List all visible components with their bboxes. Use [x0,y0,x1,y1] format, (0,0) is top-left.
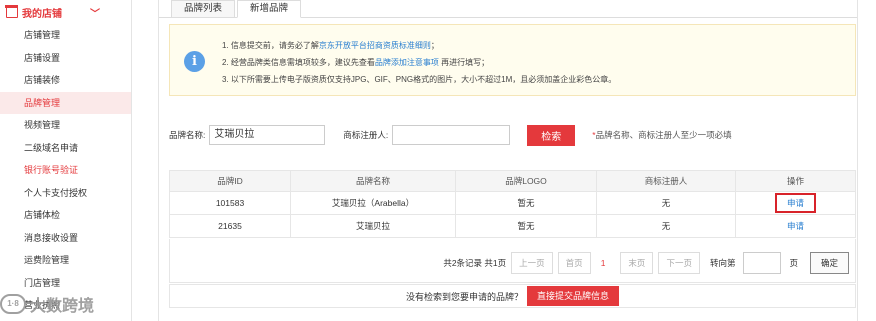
trademark-owner-label: 商标注册人: [343,130,389,140]
cell-operation: 申请 [735,191,856,215]
trademark-owner-input[interactable] [392,125,511,145]
pagination: 共2条记录 共1页 上一页 首页 1 末页 下一页 转向第 页 确定 [443,252,849,274]
cell-operation: 申请 [735,214,856,238]
sidebar-item-subdomain[interactable]: 二级域名申请 [0,137,131,160]
apply-button[interactable]: 申请 [787,221,804,231]
required-note: *品牌名称、商标注册人至少一项必填 [592,129,731,141]
table-row: 101583 艾瑞贝拉（Arabella） 暂无 无 申请 [169,191,856,215]
goto-label: 转向第 [709,258,736,268]
sidebar-header[interactable]: 我的店铺 ﹀ [0,0,131,24]
sidebar-item-store-management[interactable]: 店铺管理 [0,24,131,47]
submit-brand-info-button[interactable]: 直接提交品牌信息 [527,286,620,306]
sidebar-title: 我的店铺 [22,8,62,20]
sidebar-item-personal-card[interactable]: 个人卡支付授权 [0,182,131,205]
page-unit: 页 [789,258,798,268]
required-note-text: 品牌名称、商标注册人至少一项必填 [595,130,732,140]
col-trademark-owner: 商标注册人 [596,170,736,192]
brand-notes-link[interactable]: 品牌添加注意事项 [375,58,439,67]
sidebar: 我的店铺 ﹀ 店铺管理 店铺设置 店铺装修 品牌管理 视频管理 二级域名申请 银… [0,0,132,321]
cell-brand-name: 艾瑞贝拉（Arabella） [290,191,456,215]
next-page-button[interactable]: 下一页 [658,252,700,274]
sidebar-item-store-check[interactable]: 店铺体检 [0,204,131,227]
not-found-question: 没有检索到您要申请的品牌？ [405,291,523,302]
cell-brand-name: 艾瑞贝拉 [290,214,456,238]
current-page[interactable]: 1 [601,258,606,268]
cell-brand-id: 101583 [169,191,291,215]
sidebar-item-freight-insurance[interactable]: 运费险管理 [0,249,131,272]
sidebar-item-store-settings[interactable]: 店铺设置 [0,47,131,70]
sidebar-item-brand-management[interactable]: 品牌管理 [0,91,131,114]
search-button[interactable]: 检索 [527,124,576,146]
pager-area: 共2条记录 共1页 上一页 首页 1 末页 下一页 转向第 页 确定 [169,239,856,283]
notice-box: i 1. 信息提交前，请务必了解京东开放平台招商资质标准细则； 2. 经营品牌类… [169,24,856,96]
notice-line1-end: ； [430,41,439,50]
cell-brand-logo: 暂无 [455,214,597,238]
cell-brand-logo: 暂无 [455,191,597,215]
notice-line2: 2. 经营品牌类信息需填项较多，建议先查看 [222,58,375,67]
sidebar-item-video-management[interactable]: 视频管理 [0,114,131,137]
tab-bar: 品牌列表 新增品牌 [171,0,303,18]
brand-name-label: 品牌名称: [169,130,206,140]
notice-text: 1. 信息提交前，请务必了解京东开放平台招商资质标准细则； 2. 经营品牌类信息… [222,37,616,88]
col-brand-name: 品牌名称 [290,170,456,192]
brand-name-input[interactable]: 艾瑞贝拉 [209,125,326,145]
cell-brand-id: 21635 [169,214,291,238]
watermark-logo: 1·8 [0,294,26,314]
sidebar-item-store-decoration[interactable]: 店铺装修 [0,69,131,92]
table-row: 21635 艾瑞贝拉 暂无 无 申请 [169,214,856,238]
table-header-row: 品牌ID 品牌名称 品牌LOGO 商标注册人 操作 [169,170,856,192]
sidebar-item-bank-verify[interactable]: 银行账号验证 [0,159,131,182]
notice-line2-end: 再进行填写； [438,58,490,67]
prev-page-button[interactable]: 上一页 [511,252,553,274]
last-page-button[interactable]: 末页 [620,252,654,274]
tab-brand-list[interactable]: 品牌列表 [171,0,236,18]
notice-line1: 1. 信息提交前，请务必了解 [222,41,319,50]
submit-bar: 没有检索到您要申请的品牌？ 直接提交品牌信息 [169,284,856,308]
qualification-standard-link[interactable]: 京东开放平台招商资质标准细则 [319,41,431,50]
sidebar-item-message-settings[interactable]: 消息接收设置 [0,227,131,250]
cell-trademark-owner: 无 [596,191,736,215]
tab-add-brand[interactable]: 新增品牌 [237,0,302,18]
goto-confirm-button[interactable]: 确定 [809,252,849,274]
first-page-button[interactable]: 首页 [557,252,591,274]
col-brand-id: 品牌ID [169,170,291,192]
main-panel: 品牌列表 新增品牌 i 1. 信息提交前，请务必了解京东开放平台招商资质标准细则… [158,0,858,321]
store-icon [5,4,18,18]
record-summary: 共2条记录 共1页 [443,258,507,268]
goto-page-input[interactable] [743,252,782,274]
search-form: 品牌名称: 艾瑞贝拉 商标注册人: 检索 *品牌名称、商标注册人至少一项必填 [169,124,732,146]
notice-line3: 3. 以下所需要上传电子版资质仅支持JPG、GIF、PNG格式的图片，大小不超过… [222,75,617,84]
cell-trademark-owner: 无 [596,214,736,238]
col-brand-logo: 品牌LOGO [455,170,597,192]
info-icon: i [184,51,205,72]
watermark: 1·8 大数跨境 [0,289,94,319]
watermark-text: 大数跨境 [30,298,95,315]
col-operation: 操作 [735,170,856,192]
chevron-down-icon: ﹀ [90,8,100,20]
apply-button[interactable]: 申请 [774,193,816,213]
brand-table: 品牌ID 品牌名称 品牌LOGO 商标注册人 操作 101583 艾瑞贝拉（Ar… [169,170,856,238]
